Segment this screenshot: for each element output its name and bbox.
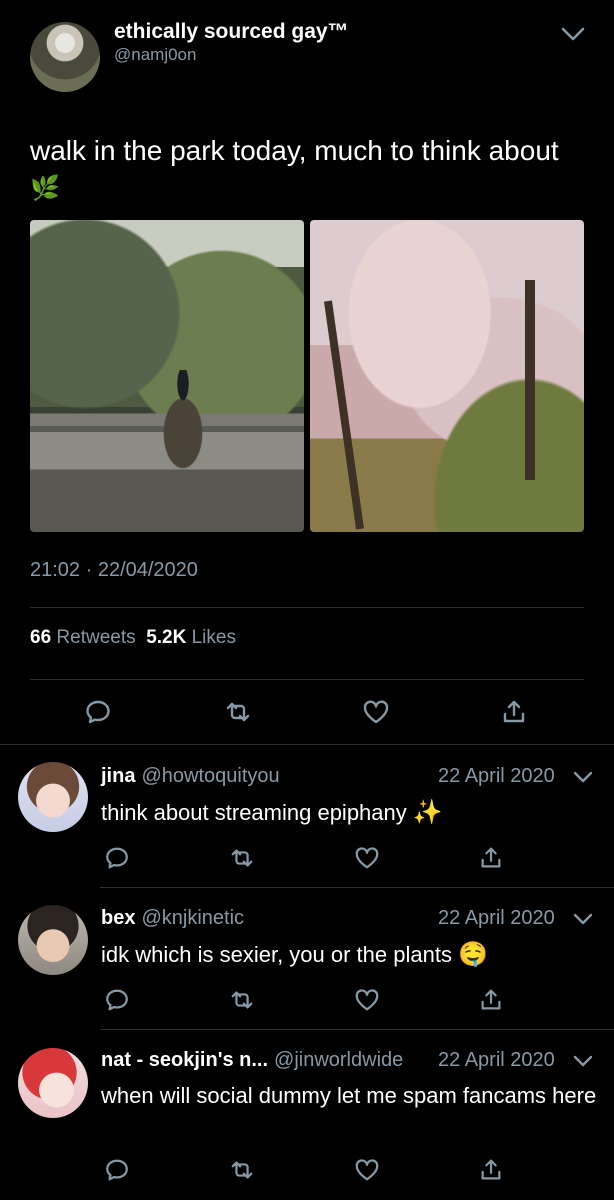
reply-icon[interactable] [84,698,112,726]
retweets-stat[interactable]: 66 Retweets [30,627,136,648]
reply-handle: @knjkinetic [141,907,245,929]
tweet-photo-1[interactable] [30,220,304,532]
reply-text: idk which is sexier, you or the plants 🤤 [101,940,488,968]
tweet-timestamp[interactable]: 21:02 · 22/04/2020 [30,559,198,582]
likes-stat[interactable]: 5.2K Likes [146,627,236,648]
reply-date: 22 April 2020 [438,1049,555,1071]
drooling-face-emoji: 🤤 [458,940,488,968]
reply-avatar[interactable] [18,905,88,975]
retweet-icon[interactable] [229,845,255,871]
reply-author[interactable]: nat - seokjin's n... @jinworldwide [101,1049,403,1072]
like-icon[interactable] [354,987,380,1013]
photo-tree-trunk [324,300,364,530]
reply-divider [100,1029,614,1030]
divider [30,607,584,608]
section-divider [0,744,614,745]
herb-emoji: 🌿 [30,174,60,202]
like-icon[interactable] [362,698,390,726]
chevron-down-icon[interactable] [572,1053,594,1069]
reply-icon[interactable] [104,845,130,871]
tweet-photo-2[interactable] [310,220,584,532]
chevron-down-icon[interactable] [560,24,586,44]
reply-avatar[interactable] [18,1048,88,1118]
retweet-icon[interactable] [229,1157,255,1183]
reply-divider [100,887,614,888]
reply-author[interactable]: jina @howtoquityou [101,765,280,788]
author-name[interactable]: ethically sourced gay™ [114,20,349,44]
share-icon[interactable] [478,1157,504,1183]
reply-author[interactable]: bex @knjkinetic [101,907,244,930]
share-icon[interactable] [478,845,504,871]
sparkles-emoji: ✨ [412,798,443,826]
photo-tree-trunk [525,280,535,480]
tweet-stats: 66 Retweets 5.2K Likes [30,627,236,649]
reply-text: when will social dummy let me spam fanca… [101,1083,597,1108]
share-icon[interactable] [500,698,528,726]
retweet-icon[interactable] [224,698,252,726]
reply-handle: @howtoquityou [141,765,280,787]
like-icon[interactable] [354,1157,380,1183]
author-avatar[interactable] [30,22,100,92]
tweet-text: walk in the park today, much to think ab… [30,135,559,202]
reply-icon[interactable] [104,987,130,1013]
divider [30,679,584,680]
share-icon[interactable] [478,987,504,1013]
reply-icon[interactable] [104,1157,130,1183]
reply-text: think about streaming epiphany ✨ [101,798,443,826]
like-icon[interactable] [354,845,380,871]
chevron-down-icon[interactable] [572,769,594,785]
reply-handle: @jinworldwide [274,1049,404,1071]
chevron-down-icon[interactable] [572,911,594,927]
reply-date: 22 April 2020 [438,765,555,787]
photo-person [148,370,218,485]
retweet-icon[interactable] [229,987,255,1013]
reply-avatar[interactable] [18,762,88,832]
reply-date: 22 April 2020 [438,907,555,929]
author-handle[interactable]: @namj0on [114,45,196,65]
